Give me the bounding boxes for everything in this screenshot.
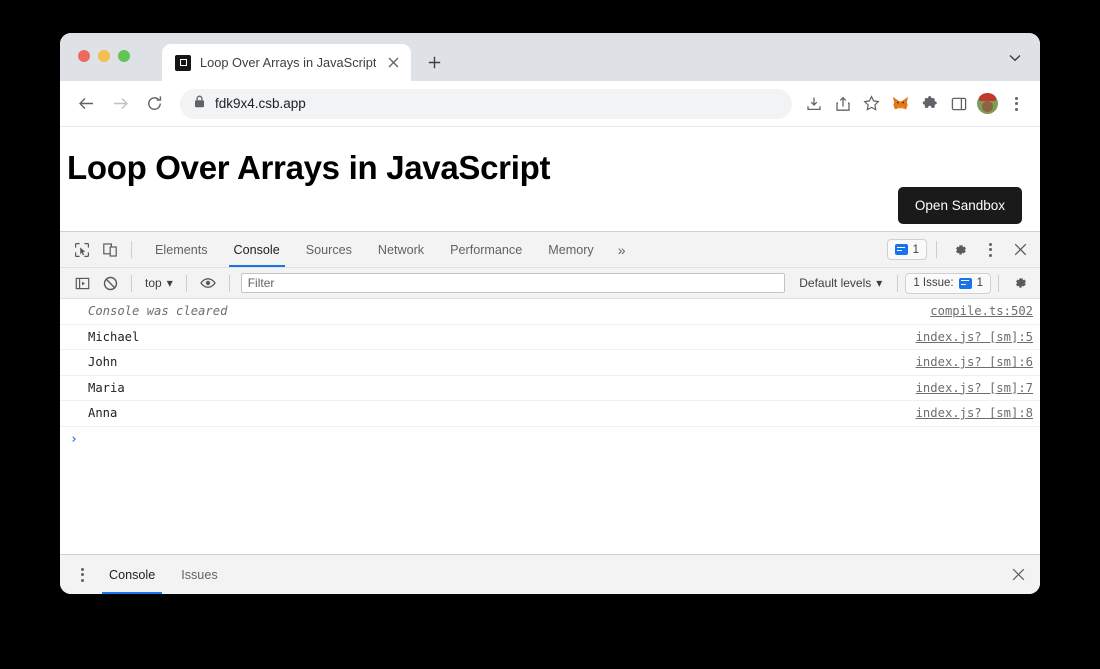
console-row[interactable]: Console was cleared compile.ts:502	[60, 299, 1040, 325]
tab-network[interactable]: Network	[365, 232, 437, 267]
divider	[185, 274, 187, 292]
divider	[228, 274, 230, 292]
devtools-close-icon[interactable]	[1006, 237, 1034, 263]
more-tabs-icon[interactable]: »	[607, 232, 637, 267]
extensions-puzzle-icon[interactable]	[916, 90, 943, 117]
console-source-link[interactable]: index.js? [sm]:8	[916, 406, 1033, 420]
console-row[interactable]: Maria index.js? [sm]:7	[60, 376, 1040, 401]
device-toolbar-icon[interactable]	[96, 237, 124, 263]
issues-toolbar-button[interactable]: 1 Issue: 1	[905, 272, 991, 294]
console-settings-gear-icon[interactable]	[1006, 270, 1034, 296]
metamask-fox-icon[interactable]	[887, 90, 914, 117]
console-source-link[interactable]: index.js? [sm]:5	[916, 330, 1033, 344]
console-row[interactable]: Anna index.js? [sm]:8	[60, 401, 1040, 427]
forward-button[interactable]	[106, 90, 134, 118]
divider	[131, 274, 132, 292]
drawer-tab-issues[interactable]: Issues	[168, 555, 230, 594]
window-traffic-lights	[78, 50, 130, 62]
issues-bubble-icon	[958, 277, 972, 289]
chrome-menu-icon[interactable]	[1003, 90, 1030, 117]
devtools-drawer: Console Issues	[60, 554, 1040, 594]
close-window-button[interactable]	[78, 50, 90, 62]
chevron-down-icon: ▾	[166, 276, 173, 290]
drawer-more-icon[interactable]	[68, 562, 96, 588]
browser-tab[interactable]: Loop Over Arrays in JavaScript	[162, 44, 412, 81]
console-sidebar-icon[interactable]	[68, 270, 96, 296]
console-source-link[interactable]: index.js? [sm]:7	[916, 381, 1033, 395]
console-prompt[interactable]: ›	[60, 427, 1040, 453]
divider	[897, 274, 899, 292]
chevron-down-icon: ▾	[876, 276, 883, 290]
page-title: Loop Over Arrays in JavaScript	[67, 149, 551, 186]
tab-title: Loop Over Arrays in JavaScript	[200, 55, 377, 70]
clear-console-icon[interactable]	[96, 270, 124, 296]
tab-console[interactable]: Console	[221, 232, 293, 267]
issues-toolbar-count: 1	[976, 277, 983, 289]
execution-context-dropdown[interactable]: top ▾	[139, 276, 179, 290]
toolbar-actions	[800, 90, 1030, 117]
console-source-link[interactable]: index.js? [sm]:6	[916, 355, 1033, 369]
tab-strip: Loop Over Arrays in JavaScript	[162, 33, 448, 81]
tab-memory[interactable]: Memory	[535, 232, 606, 267]
console-message: Maria	[88, 380, 125, 395]
tab-sources[interactable]: Sources	[293, 232, 365, 267]
console-row[interactable]: John index.js? [sm]:6	[60, 350, 1040, 376]
console-message: Anna	[88, 406, 118, 421]
codesandbox-icon	[175, 54, 191, 71]
console-filter-toolbar: top ▾ Default levels ▾ 1 Issue: 1	[60, 268, 1040, 299]
console-source-link[interactable]: compile.ts:502	[930, 304, 1033, 318]
divider	[131, 241, 132, 258]
issues-badge-count: 1	[912, 243, 919, 256]
back-button[interactable]	[72, 90, 100, 118]
console-message: Console was cleared	[88, 304, 228, 319]
profile-avatar[interactable]	[977, 93, 998, 114]
issues-label: 1 Issue:	[913, 277, 954, 289]
issues-bubble-icon	[894, 244, 908, 255]
download-icon[interactable]	[800, 90, 827, 117]
address-bar[interactable]: fdk9x4.csb.app	[180, 88, 792, 119]
browser-titlebar: Loop Over Arrays in JavaScript	[60, 33, 1040, 81]
divider	[936, 241, 937, 258]
reload-button[interactable]	[140, 90, 168, 118]
execution-context-label: top	[145, 276, 162, 290]
address-bar-url: fdk9x4.csb.app	[215, 96, 306, 111]
tab-close-icon[interactable]	[385, 55, 401, 71]
prompt-arrow-icon: ›	[70, 432, 78, 447]
bookmark-star-icon[interactable]	[858, 90, 885, 117]
devtools-panel: Elements Console Sources Network Perform…	[60, 231, 1040, 594]
page-content: Loop Over Arrays in JavaScript Open Sand…	[60, 127, 1040, 231]
divider	[998, 274, 999, 292]
drawer-tab-console[interactable]: Console	[96, 555, 168, 594]
tab-search-chevron-icon[interactable]	[1000, 45, 1030, 71]
devtools-tabbar-actions: 1	[886, 237, 1034, 263]
console-filter-input[interactable]	[240, 273, 786, 293]
console-message: John	[88, 355, 118, 370]
devtools-tab-list: Elements Console Sources Network Perform…	[142, 232, 637, 267]
console-message: Michael	[88, 329, 140, 344]
log-levels-label: Default levels	[799, 276, 872, 290]
browser-toolbar: fdk9x4.csb.app	[60, 81, 1040, 127]
minimize-window-button[interactable]	[98, 50, 110, 62]
issues-badge[interactable]: 1	[886, 239, 927, 260]
tab-performance[interactable]: Performance	[437, 232, 535, 267]
eye-icon[interactable]	[194, 270, 222, 296]
side-panel-icon[interactable]	[945, 90, 972, 117]
browser-window: Loop Over Arrays in JavaScript fdk9x4.cs…	[60, 33, 1040, 594]
inspect-element-icon[interactable]	[68, 237, 96, 263]
new-tab-button[interactable]	[420, 48, 448, 76]
maximize-window-button[interactable]	[118, 50, 130, 62]
console-log-list: Console was cleared compile.ts:502 Micha…	[60, 299, 1040, 554]
devtools-more-icon[interactable]	[976, 237, 1004, 263]
lock-icon	[194, 95, 205, 113]
log-levels-dropdown[interactable]: Default levels ▾	[791, 276, 890, 290]
console-row[interactable]: Michael index.js? [sm]:5	[60, 325, 1040, 350]
drawer-tab-list: Console Issues	[96, 555, 231, 594]
tab-elements[interactable]: Elements	[142, 232, 221, 267]
devtools-tabbar: Elements Console Sources Network Perform…	[60, 232, 1040, 268]
open-sandbox-button[interactable]: Open Sandbox	[897, 187, 1022, 224]
gear-icon[interactable]	[946, 237, 974, 263]
share-icon[interactable]	[829, 90, 856, 117]
drawer-close-icon[interactable]	[1006, 563, 1030, 587]
